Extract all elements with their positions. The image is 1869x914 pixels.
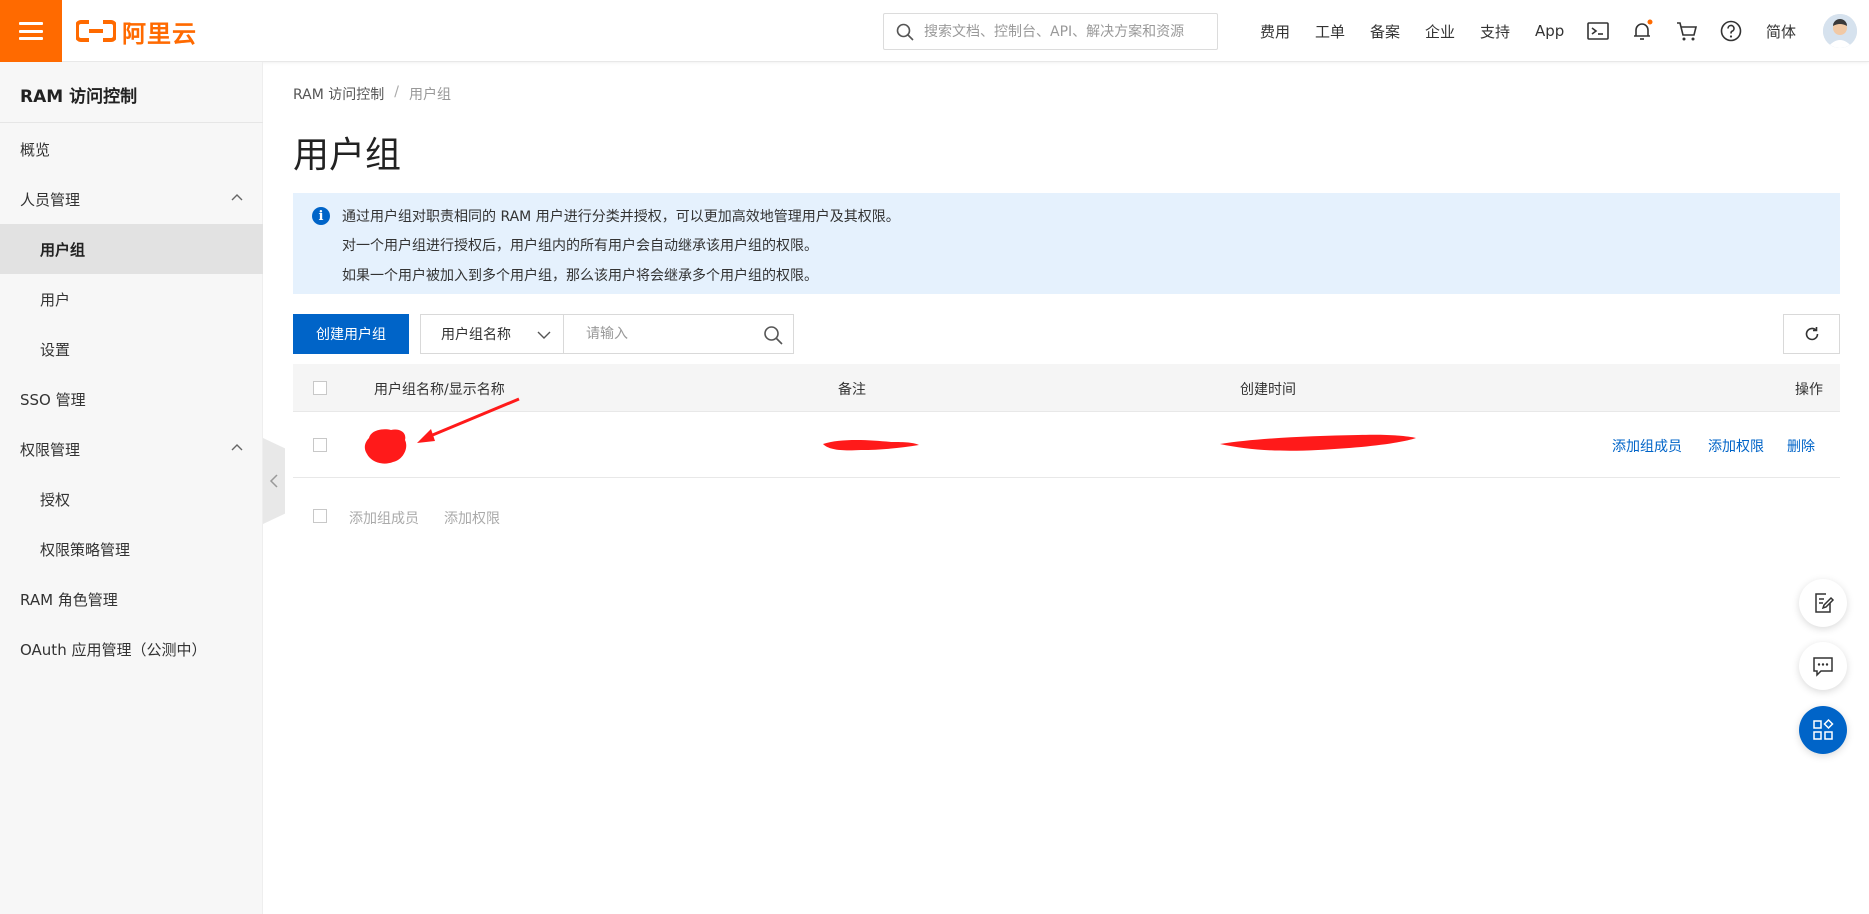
sidebar-item-oauth[interactable]: OAuth 应用管理（公测中）: [0, 624, 263, 674]
sidebar-item-policies[interactable]: 权限策略管理: [0, 524, 263, 574]
delete-link[interactable]: 删除: [1787, 436, 1815, 456]
sidebar-item-label: OAuth 应用管理（公测中）: [20, 640, 207, 659]
add-members-link[interactable]: 添加组成员: [1612, 436, 1682, 456]
user-avatar[interactable]: [1823, 14, 1857, 48]
hamburger-menu-button[interactable]: [0, 0, 62, 62]
chat-icon: [1813, 657, 1833, 677]
sidebar-item-roles[interactable]: RAM 角色管理: [0, 574, 263, 624]
sidebar-item-label: 授权: [40, 490, 71, 509]
breadcrumb-separator: /: [394, 84, 399, 100]
chat-button[interactable]: [1799, 642, 1847, 690]
search-icon[interactable]: [763, 325, 783, 345]
sidebar-item-user-groups[interactable]: 用户组: [0, 224, 263, 274]
sidebar-item-label: 用户组: [40, 240, 86, 259]
row-checkbox[interactable]: [313, 438, 327, 452]
sidebar-item-sso[interactable]: SSO 管理: [0, 374, 263, 424]
nav-app[interactable]: App: [1535, 0, 1564, 62]
apps-button[interactable]: [1799, 706, 1847, 754]
sidebar-title: RAM 访问控制: [20, 87, 138, 107]
chevron-down-icon: [537, 331, 551, 339]
page-title: 用户组: [293, 135, 402, 176]
chevron-left-icon: [269, 474, 278, 488]
column-header-remark: 备注: [838, 382, 866, 398]
nav-enterprise[interactable]: 企业: [1425, 0, 1455, 62]
info-icon: i: [312, 207, 330, 225]
filter-field-select[interactable]: 用户组名称: [420, 314, 564, 354]
bulk-add-permission-link[interactable]: 添加权限: [444, 508, 500, 528]
nav-support[interactable]: 支持: [1480, 0, 1510, 62]
bulk-add-members-link[interactable]: 添加组成员: [349, 508, 419, 528]
select-all-checkbox[interactable]: [313, 381, 327, 395]
nav-icp[interactable]: 备案: [1370, 0, 1400, 62]
bulk-select-checkbox[interactable]: [313, 509, 327, 523]
avatar-icon: [1823, 14, 1857, 48]
redacted-group-name[interactable]: [361, 420, 417, 470]
global-search[interactable]: [883, 13, 1218, 50]
sidebar-item-label: 概览: [20, 140, 51, 159]
breadcrumb-root[interactable]: RAM 访问控制: [293, 84, 384, 104]
table-row: 添加组成员 添加权限 删除: [293, 397, 1840, 478]
terminal-icon[interactable]: [1586, 19, 1610, 43]
breadcrumb-current: 用户组: [409, 87, 451, 103]
cart-icon[interactable]: [1675, 19, 1699, 43]
sidebar-item-people[interactable]: 人员管理: [0, 174, 263, 224]
feedback-button[interactable]: [1799, 579, 1847, 627]
refresh-icon: [1805, 327, 1818, 341]
filter-search-input[interactable]: [584, 325, 744, 343]
redacted-remark: [823, 440, 919, 451]
logo-text: 阿里云: [122, 19, 197, 48]
notice-line: 对一个用户组进行授权后，用户组内的所有用户会自动继承该用户组的权限。: [342, 238, 818, 254]
sidebar-item-permissions[interactable]: 权限管理: [0, 424, 263, 474]
sidebar-item-settings[interactable]: 设置: [0, 324, 263, 374]
sidebar-divider: [0, 122, 263, 123]
chevron-up-icon: [231, 194, 243, 201]
chevron-up-icon: [231, 444, 243, 451]
add-permission-link[interactable]: 添加权限: [1708, 436, 1764, 456]
sidebar-item-grants[interactable]: 授权: [0, 474, 263, 524]
edit-note-icon: [1815, 593, 1835, 613]
column-header-created: 创建时间: [1240, 382, 1296, 398]
annotation-arrow: [417, 397, 520, 443]
sidebar-collapse-handle[interactable]: [263, 438, 285, 524]
sidebar-item-label: RAM 角色管理: [20, 590, 118, 609]
breadcrumb: RAM 访问控制 / 用户组: [293, 84, 451, 104]
info-notice: i 通过用户组对职责相同的 RAM 用户进行分类并授权，可以更加高效地管理用户及…: [293, 193, 1840, 294]
help-icon[interactable]: [1719, 19, 1743, 43]
bell-icon[interactable]: [1630, 19, 1654, 43]
table-header: 用户组名称/显示名称 备注 创建时间 操作: [293, 364, 1840, 412]
menu-icon: [19, 22, 43, 40]
apps-grid-icon: [1813, 718, 1834, 740]
sidebar: RAM 访问控制 概览 人员管理 用户组 用户 设置 SSO 管理 权限管理 授…: [0, 62, 263, 914]
notice-line: 如果一个用户被加入到多个用户组，那么该用户将会继承多个用户组的权限。: [342, 268, 818, 284]
sidebar-item-label: 设置: [40, 340, 71, 359]
aliyun-logo-icon: [76, 20, 116, 42]
sidebar-item-users[interactable]: 用户: [0, 274, 263, 324]
aliyun-logo[interactable]: 阿里云: [76, 15, 197, 48]
sidebar-item-label: 权限管理: [20, 440, 81, 459]
nav-fees[interactable]: 费用: [1260, 0, 1290, 62]
top-bar: 阿里云 费用 工单 备案 企业 支持 App 简体: [0, 0, 1869, 62]
create-user-group-button[interactable]: 创建用户组: [293, 314, 409, 354]
sidebar-item-label: SSO 管理: [20, 390, 86, 409]
search-input[interactable]: [922, 22, 1212, 41]
sidebar-item-label: 权限策略管理: [40, 540, 131, 559]
search-icon: [896, 23, 914, 41]
sidebar-item-overview[interactable]: 概览: [0, 124, 263, 174]
filter-search-box[interactable]: [563, 314, 794, 354]
sidebar-item-label: 用户: [40, 290, 71, 309]
sidebar-item-label: 人员管理: [20, 190, 81, 209]
filter-field-label: 用户组名称: [441, 327, 511, 343]
refresh-button[interactable]: [1783, 314, 1840, 354]
column-header-actions: 操作: [1795, 382, 1823, 398]
redacted-created-time: [1220, 434, 1416, 451]
nav-tickets[interactable]: 工单: [1315, 0, 1345, 62]
column-header-name: 用户组名称/显示名称: [374, 382, 505, 398]
notice-line: 通过用户组对职责相同的 RAM 用户进行分类并授权，可以更加高效地管理用户及其权…: [342, 209, 900, 225]
language-switch[interactable]: 简体: [1766, 0, 1796, 62]
